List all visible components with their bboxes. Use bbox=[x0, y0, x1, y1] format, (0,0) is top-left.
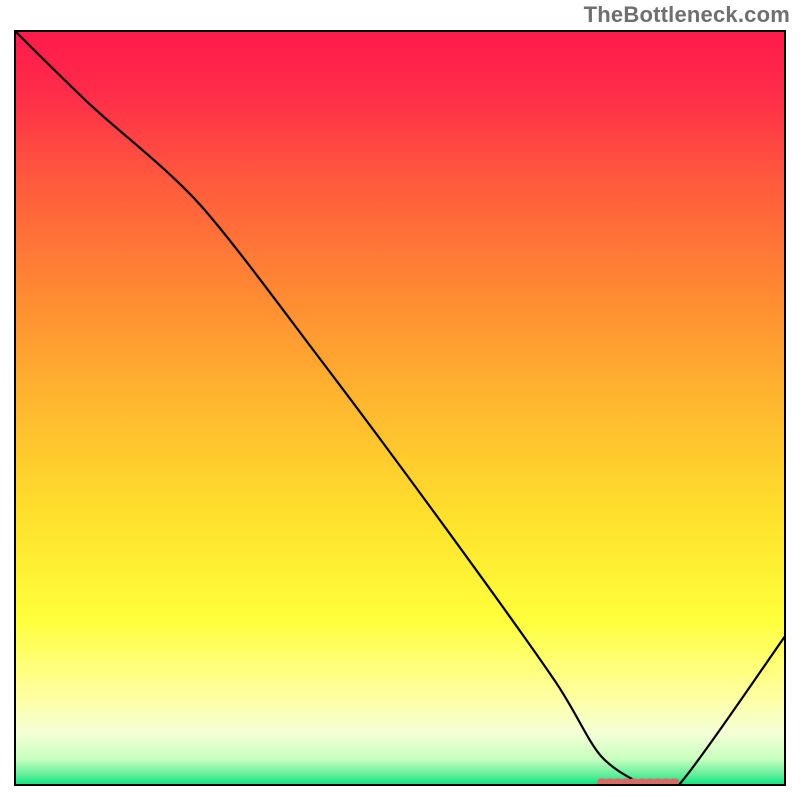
chart-plot-area bbox=[14, 30, 786, 786]
watermark-text: TheBottleneck.com bbox=[584, 2, 790, 28]
chart-svg bbox=[14, 30, 786, 786]
gradient-background bbox=[14, 30, 786, 786]
